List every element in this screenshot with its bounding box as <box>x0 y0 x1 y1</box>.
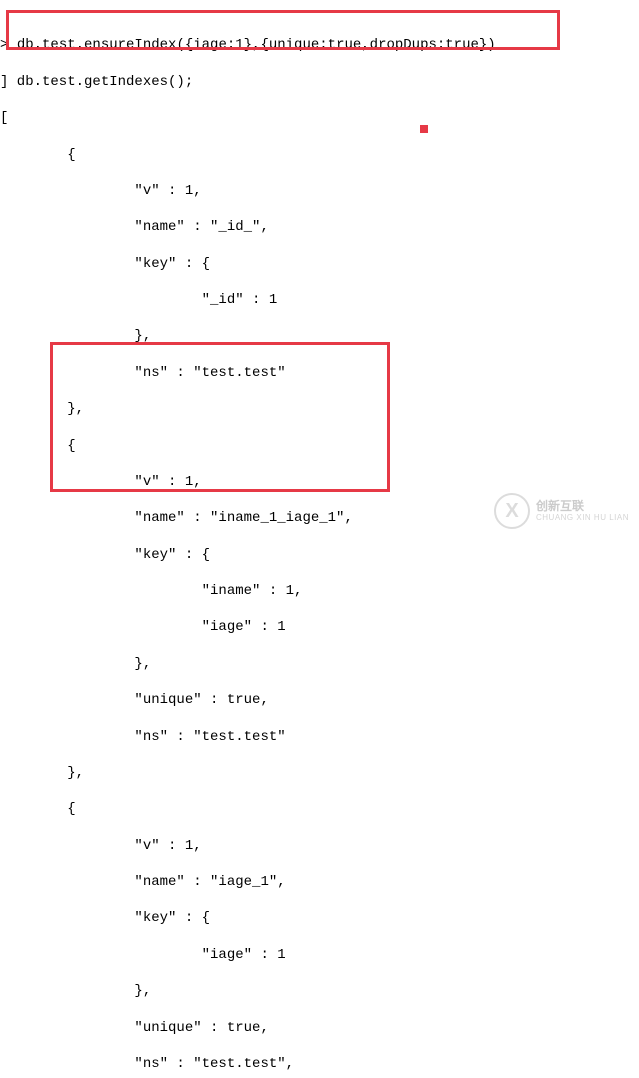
line: "unique" : true, <box>0 1019 496 1037</box>
line: "key" : { <box>0 546 496 564</box>
highlighted-command: db.test.ensureIndex({iage:1},{unique:tru… <box>17 37 496 53</box>
line: { <box>0 437 496 455</box>
line: "key" : { <box>0 909 496 927</box>
line: "v" : 1, <box>0 837 496 855</box>
line: "key" : { <box>0 255 496 273</box>
watermark-logo-icon: X <box>494 493 530 529</box>
line: "name" : "iage_1", <box>0 873 496 891</box>
line: "ns" : "test.test", <box>0 1055 496 1073</box>
code-block: > db.test.ensureIndex({iage:1},{unique:t… <box>0 0 496 1078</box>
line: "unique" : true, <box>0 691 496 709</box>
line: { <box>0 146 496 164</box>
line: { <box>0 800 496 818</box>
line: }, <box>0 400 496 418</box>
line: ] db.test.getIndexes(); <box>0 73 496 91</box>
line: "iname" : 1, <box>0 582 496 600</box>
watermark-text: 创新互联 CHUANG XIN HU LIAN <box>536 499 629 523</box>
line: "v" : 1, <box>0 473 496 491</box>
line: "iage" : 1 <box>0 618 496 636</box>
line: "iage" : 1 <box>0 946 496 964</box>
watermark-en: CHUANG XIN HU LIAN <box>536 513 629 523</box>
line: "ns" : "test.test" <box>0 364 496 382</box>
command-line: > db.test.ensureIndex({iage:1},{unique:t… <box>0 36 496 54</box>
line: }, <box>0 982 496 1000</box>
line: }, <box>0 327 496 345</box>
watermark-cn: 创新互联 <box>536 499 629 513</box>
line: "name" : "_id_", <box>0 218 496 236</box>
watermark: X 创新互联 CHUANG XIN HU LIAN <box>494 493 629 529</box>
red-marker-icon <box>420 125 428 133</box>
line: "name" : "iname_1_iage_1", <box>0 509 496 527</box>
line: }, <box>0 655 496 673</box>
line: }, <box>0 764 496 782</box>
line: "ns" : "test.test" <box>0 728 496 746</box>
line: "_id" : 1 <box>0 291 496 309</box>
line: "v" : 1, <box>0 182 496 200</box>
